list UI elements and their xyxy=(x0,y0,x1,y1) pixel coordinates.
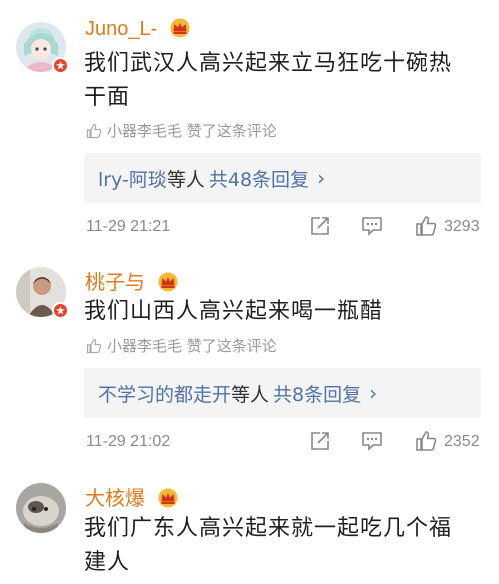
comment-text-line: 我们武汉人高兴起来立马狂吃十碗热 xyxy=(84,51,453,76)
comment-item: Juno_L- 我们武汉人高兴起来立马狂吃十碗热 干面 小器李毛毛 赞了这条评论… xyxy=(0,0,499,255)
username-text: 桃子与 xyxy=(85,272,145,294)
like-count: 3293 xyxy=(444,218,480,235)
liked-by-text: 小器李毛毛 赞了这条评论 xyxy=(107,337,277,355)
username[interactable]: 桃子与 xyxy=(85,266,179,298)
liked-by-line: 小器李毛毛 赞了这条评论 xyxy=(86,120,277,141)
reply-mid-text: 等人 xyxy=(231,383,270,406)
reply-summary[interactable]: lry-阿琰 等人 共48条回复 › xyxy=(84,153,481,203)
username-text: Juno_L- xyxy=(85,18,158,40)
reply-count-link[interactable]: 共8条回复 xyxy=(273,380,361,407)
verified-badge-icon xyxy=(52,302,69,319)
avatar[interactable] xyxy=(16,267,69,319)
comment-text: 我们广东人高兴起来就一起吃几个福 建人 xyxy=(84,512,479,580)
avatar[interactable] xyxy=(16,483,66,533)
comment-icon[interactable] xyxy=(361,215,383,242)
liked-by-text: 小器李毛毛 赞了这条评论 xyxy=(107,122,277,140)
share-icon[interactable] xyxy=(309,430,331,457)
comment-footer: 11-29 21:02 2352 xyxy=(86,430,486,456)
username[interactable]: 大核爆 xyxy=(85,482,179,514)
like-icon[interactable] xyxy=(415,430,437,457)
reply-count-link[interactable]: 共48条回复 xyxy=(209,165,309,192)
chevron-right-icon: › xyxy=(317,166,326,190)
crown-vip-icon xyxy=(169,18,191,44)
comment-item: 桃子与 我们山西人高兴起来喝一瓶醋 小器李毛毛 赞了这条评论 不学习的都走开 等… xyxy=(0,255,499,470)
comment-time: 11-29 21:02 xyxy=(86,433,171,450)
reply-user-link[interactable]: lry-阿琰 xyxy=(98,165,167,192)
chevron-right-icon: › xyxy=(369,381,378,405)
crown-vip-icon xyxy=(157,488,179,514)
avatar[interactable] xyxy=(16,22,69,74)
comment-text-line: 我们山西人高兴起来喝一瓶醋 xyxy=(84,299,384,324)
like-count: 2352 xyxy=(444,433,480,450)
avatar-image xyxy=(16,483,66,533)
reply-user-link[interactable]: 不学习的都走开 xyxy=(98,380,231,407)
liked-by-line: 小器李毛毛 赞了这条评论 xyxy=(86,335,277,356)
verified-badge-icon xyxy=(52,57,69,74)
comment-text-line: 干面 xyxy=(84,85,131,110)
like-icon[interactable] xyxy=(415,215,437,242)
share-icon[interactable] xyxy=(309,215,331,242)
comment-time: 11-29 21:21 xyxy=(86,218,171,235)
comment-icon[interactable] xyxy=(361,430,383,457)
comment-text: 我们武汉人高兴起来立马狂吃十碗热 干面 xyxy=(84,47,479,115)
thumbs-up-icon xyxy=(86,123,102,138)
comment-footer: 11-29 21:21 3293 xyxy=(86,215,486,241)
comment-text: 我们山西人高兴起来喝一瓶醋 xyxy=(84,295,479,329)
reply-mid-text: 等人 xyxy=(166,168,205,191)
thumbs-up-icon xyxy=(86,338,102,353)
username-text: 大核爆 xyxy=(85,488,145,510)
comment-text-line: 建人 xyxy=(84,550,131,575)
comment-text-line: 我们广东人高兴起来就一起吃几个福 xyxy=(84,516,453,541)
reply-summary[interactable]: 不学习的都走开 等人 共8条回复 › xyxy=(84,368,481,418)
comment-item: 大核爆 我们广东人高兴起来就一起吃几个福 建人 xyxy=(0,470,499,584)
username[interactable]: Juno_L- xyxy=(85,18,191,44)
